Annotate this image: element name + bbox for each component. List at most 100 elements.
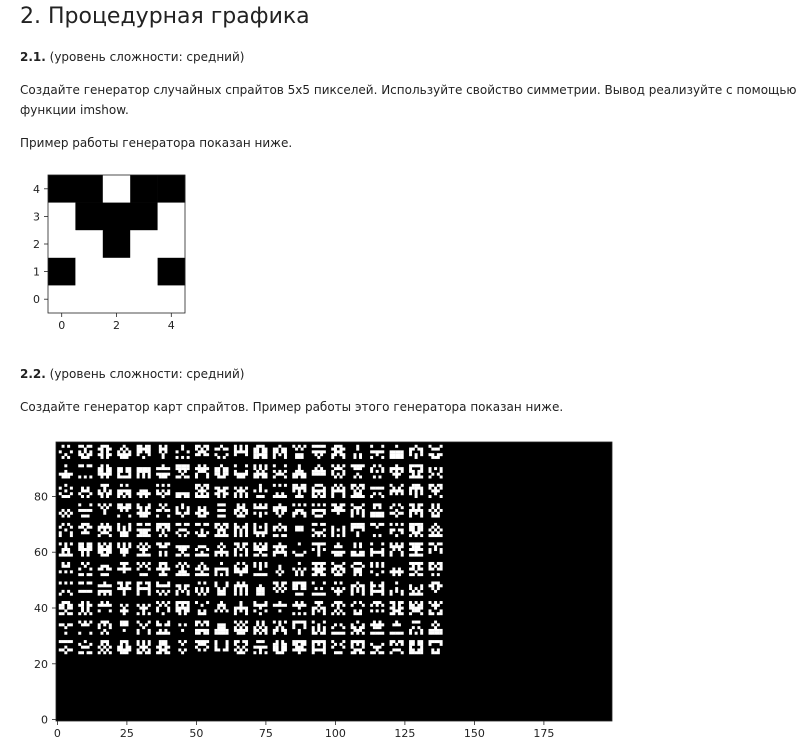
sprite-pixel (142, 528, 146, 532)
sprite-pixel (431, 489, 435, 493)
sprite-pixel (195, 511, 198, 515)
sprite-pixel (225, 631, 229, 635)
sprite-pixel (164, 645, 168, 649)
sprite-pixel (167, 489, 171, 493)
sprite-pixel (295, 587, 299, 591)
sprite-pixel (272, 648, 276, 652)
sprite-pixel (278, 483, 282, 487)
sprite-pixel (370, 589, 374, 593)
sprite-pixel (253, 601, 257, 605)
sprite-pixel (178, 528, 182, 532)
sprite-pixel (417, 564, 421, 568)
sprite-pixel (161, 453, 165, 457)
sprite-pixel (178, 511, 182, 515)
sprite-pixel (167, 631, 171, 635)
sprite-pixel (245, 542, 249, 546)
sprite-pixel (167, 606, 171, 610)
sprite-pixel (245, 453, 249, 457)
sprite-pixel (314, 469, 318, 473)
sprite-pixel (220, 534, 223, 538)
sprite-pixel (414, 548, 418, 552)
sprite-pixel (431, 525, 435, 529)
sprite-pixel (67, 612, 71, 616)
sprite-pixel (178, 534, 182, 538)
sprite-pixel (119, 503, 123, 507)
sprite-pixel (295, 453, 299, 457)
sprite-pixel (158, 645, 162, 649)
sprite-pixel (353, 640, 357, 644)
sprite-pixel (370, 469, 374, 473)
sprite-pixel (61, 444, 65, 448)
sprite-pixel (164, 475, 168, 479)
sprite-pixel (78, 492, 82, 496)
sprite-pixel (300, 587, 304, 591)
sprite-pixel (119, 603, 123, 607)
sprite-pixel (409, 447, 413, 451)
sprite-pixel (258, 603, 262, 607)
sprite-pixel (392, 545, 396, 549)
sprite-pixel (436, 567, 440, 571)
sprite-pixel (136, 553, 140, 557)
sprite-pixel (264, 467, 268, 471)
sprite-pixel (397, 640, 401, 644)
sprite-pixel (186, 603, 190, 607)
sprite-pixel (261, 531, 265, 535)
sprite-pixel (97, 489, 101, 493)
sprite-pixel (436, 542, 440, 546)
sprite-pixel (225, 640, 229, 644)
sprite-pixel (83, 475, 87, 479)
sprite-pixel (414, 464, 418, 468)
sprite-pixel (411, 464, 415, 468)
sprite-pixel (139, 606, 143, 610)
sprite-pixel (372, 492, 376, 496)
sprite-pixel (161, 648, 165, 652)
sprite-pixel (297, 553, 301, 557)
sprite-pixel (397, 609, 401, 613)
sprite-pixel (242, 514, 246, 518)
sprite-pixel (359, 609, 362, 613)
sprite-pixel (420, 475, 424, 479)
sprite-pixel (89, 612, 93, 616)
sprite-pixel (395, 587, 399, 591)
sprite-pixel (258, 584, 262, 588)
sprite-pixel (283, 642, 287, 646)
sprite-pixel (322, 511, 326, 515)
sprite-pixel (361, 592, 365, 596)
sprite-pixel (434, 489, 438, 493)
sprite-pixel (214, 609, 218, 613)
sprite-pixel (125, 648, 129, 652)
sprite-pixel (103, 628, 107, 632)
sprite-pixel (281, 450, 285, 454)
sprite-pixel (97, 492, 101, 496)
sprite-pixel (125, 483, 129, 487)
sprite-pixel (233, 492, 237, 496)
sprite-pixel (295, 592, 299, 596)
sprite-pixel (359, 561, 362, 565)
sprite-pixel (339, 564, 343, 568)
sprite-pixel (89, 453, 93, 457)
sprite-pixel (245, 464, 249, 468)
sprite-pixel (331, 645, 335, 649)
sprite-pixel (303, 489, 307, 493)
sprite-pixel (225, 570, 229, 574)
sprite-pixel (203, 581, 207, 585)
sprite-pixel (78, 545, 82, 549)
sprite-pixel (69, 606, 73, 610)
sprite-pixel (311, 645, 315, 649)
sprite-pixel (106, 469, 110, 473)
sprite-pixel (439, 550, 443, 554)
sprite-pixel (283, 553, 287, 557)
sprite-pixel (64, 609, 68, 613)
sprite-pixel (281, 645, 285, 649)
sprite-pixel (361, 642, 365, 646)
sprite-pixel (222, 495, 226, 498)
sprite-pixel (136, 444, 140, 448)
sprite-pixel (281, 506, 285, 510)
sprite-pixel (359, 601, 362, 605)
sprite-pixel (378, 464, 382, 468)
sprite-pixel (61, 514, 65, 518)
sprite-pixel (175, 522, 179, 526)
sprite-pixel (253, 645, 257, 649)
sprite-pixel (334, 589, 337, 593)
sprite-pixel (295, 640, 299, 644)
